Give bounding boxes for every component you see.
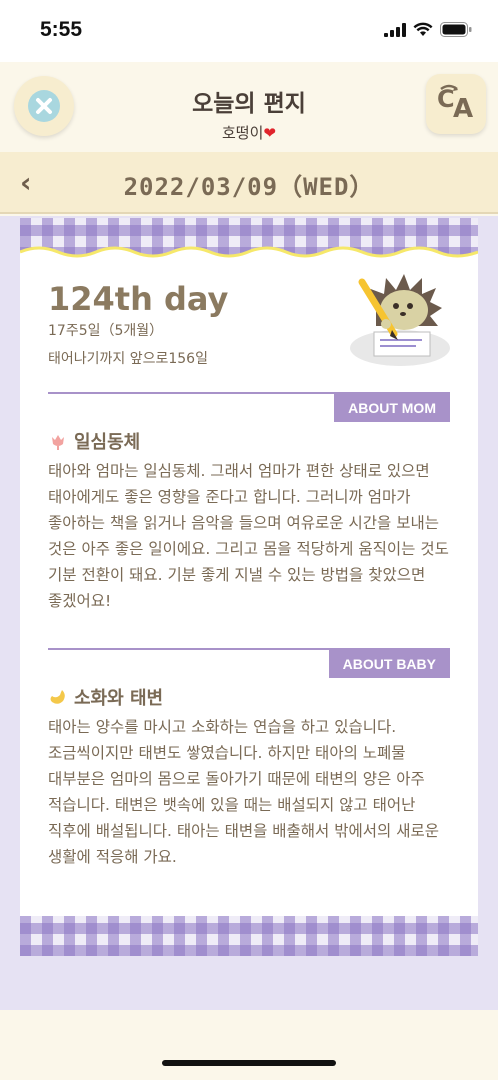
hedgehog-mascot-icon [350,274,450,366]
svg-text:A: A [453,94,473,124]
translate-button[interactable]: C A [426,74,486,134]
status-bar: 5:55 [0,0,498,62]
header: 오늘의 편지 호떵이❤ C A [0,62,498,152]
status-icons [384,22,472,37]
remaining-days: 태어나기까지 앞으로156일 [48,351,208,367]
heart-icon: ❤ [263,124,276,142]
section-badge-mom: ABOUT MOM [334,394,450,422]
svg-text:C: C [437,85,455,113]
home-indicator[interactable] [162,1060,336,1066]
status-time: 5:55 [40,18,83,41]
tulip-icon [52,435,64,450]
week-info: 17주5일（5개월） [48,323,164,339]
page-subtitle: 호떵이❤ [0,122,498,143]
day-title: 124th day [48,280,229,318]
section-badge-baby: ABOUT BABY [328,650,450,678]
signal-icon [384,22,406,37]
section-body-baby: 태아는 양수를 마시고 소화하는 연습을 하고 있습니다. 조금씩이지만 태변도… [48,718,439,866]
wifi-icon [413,22,433,36]
date-label: 2022/03/09（WED） [123,173,375,201]
section-body-mom: 태아와 엄마는 일심동체. 그래서 엄마가 편한 상태로 있으면 태아에게도 좋… [48,462,449,610]
page-title: 오늘의 편지 [192,91,306,117]
section-title-baby: 소화와 태변 [48,684,163,710]
gingham-border-bottom [20,916,478,956]
subtitle-text: 호떵이 [222,124,264,142]
section-title-mom-text: 일심동체 [74,432,141,453]
wave-border-top [20,246,478,264]
section-title-baby-text: 소화와 태변 [74,688,164,709]
bottom-bar [0,1010,498,1080]
letter-card: 124th day 17주5일（5개월） 태어나기까지 앞으로156일 ABOU… [20,218,478,956]
baby-icon [50,690,65,704]
translate-icon: C A [437,84,473,124]
section-title-mom: 일심동체 [48,428,140,454]
battery-icon [440,22,472,37]
date-bar: ‹ 2022/03/09（WED） [0,152,498,214]
